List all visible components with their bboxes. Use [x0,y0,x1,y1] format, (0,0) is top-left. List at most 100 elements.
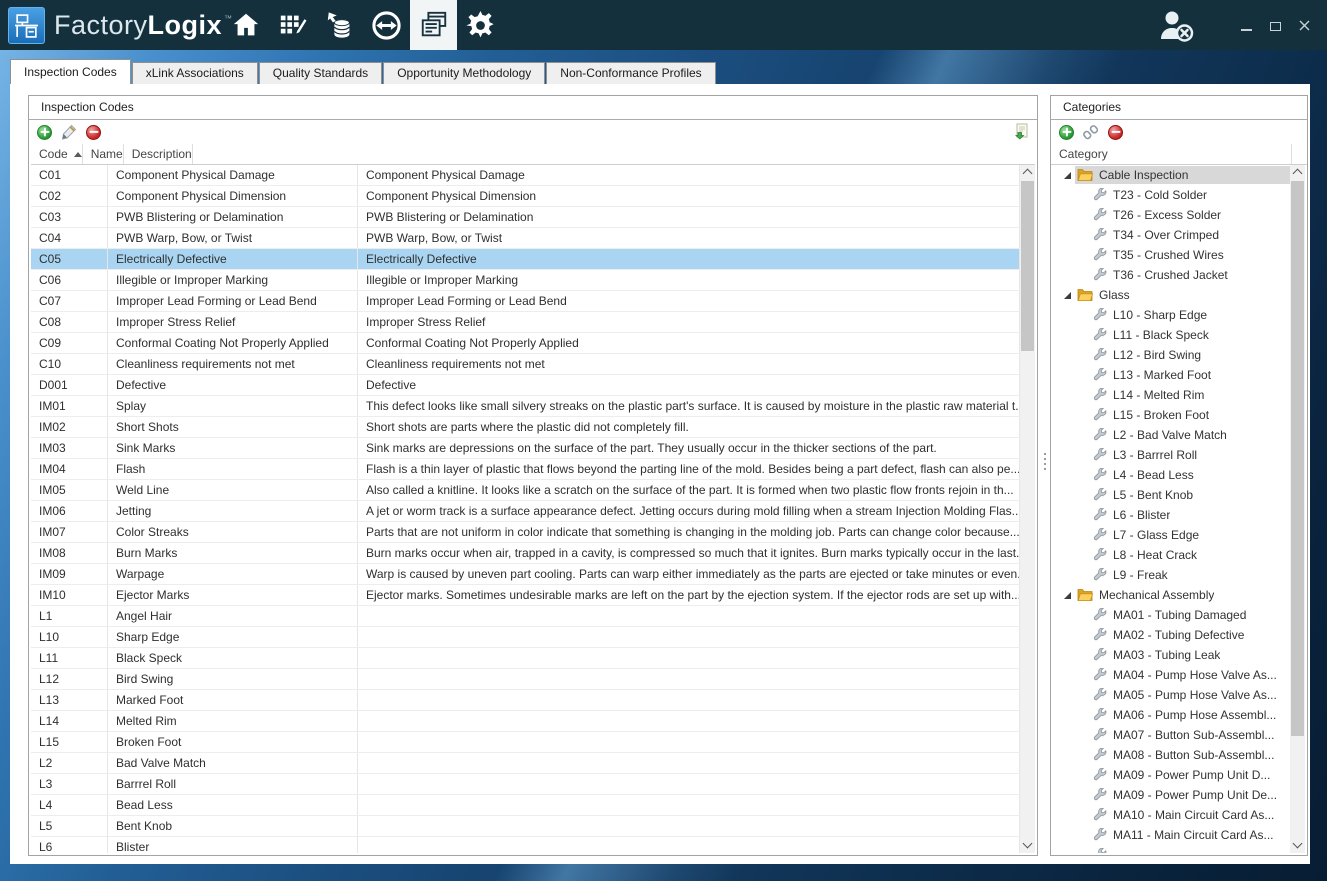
table-row[interactable]: L1 Angel Hair [31,606,1020,627]
tree-code-item[interactable]: T23 - Cold Solder [1053,185,1290,205]
tree-code-item[interactable]: L5 - Bent Knob [1053,485,1290,505]
tree-expander[interactable] [1059,292,1075,299]
table-row[interactable]: IM01 Splay This defect looks like small … [31,396,1020,417]
tree-code-item[interactable]: MA05 - Pump Hose Valve As... [1053,685,1290,705]
tree-code-item[interactable]: MA08 - Button Sub-Assembl... [1053,745,1290,765]
table-row[interactable]: IM04 Flash Flash is a thin layer of plas… [31,459,1020,480]
tree-code-item[interactable]: L15 - Broken Foot [1053,405,1290,425]
tree-code-item[interactable]: L7 - Glass Edge [1053,525,1290,545]
table-row[interactable]: L12 Bird Swing [31,669,1020,690]
tree-expander[interactable] [1059,592,1075,599]
tree-scrollbar[interactable] [1290,165,1305,853]
tree-code-item[interactable]: L10 - Sharp Edge [1053,305,1290,325]
export-codes-button[interactable] [1012,123,1029,141]
table-row[interactable]: IM10 Ejector Marks Ejector marks. Someti… [31,585,1020,606]
tree-code-item[interactable]: L4 - Bead Less [1053,465,1290,485]
tree-code-item[interactable]: L9 - Freak [1053,565,1290,585]
table-row[interactable]: L10 Sharp Edge [31,627,1020,648]
remove-category-button[interactable] [1108,125,1123,140]
table-row[interactable]: L13 Marked Foot [31,690,1020,711]
tree-scroll-down-button[interactable] [1290,838,1305,853]
tree-code-item[interactable]: MA02 - Tubing Defective [1053,625,1290,645]
scroll-track[interactable] [1020,180,1035,838]
table-row[interactable]: L2 Bad Valve Match [31,753,1020,774]
table-row[interactable]: IM03 Sink Marks Sink marks are depressio… [31,438,1020,459]
tab[interactable]: Opportunity Methodology [383,62,545,84]
tree-scroll-track[interactable] [1290,180,1305,838]
panel-splitter[interactable] [1041,448,1048,474]
table-row[interactable]: L15 Broken Foot [31,732,1020,753]
nav-operations-button[interactable] [363,0,410,50]
tree-code-item[interactable]: MA01 - Tubing Damaged [1053,605,1290,625]
tree-code-item[interactable]: L8 - Heat Crack [1053,545,1290,565]
nav-home-button[interactable] [222,0,269,50]
add-category-button[interactable] [1059,125,1074,140]
table-row[interactable]: C04 PWB Warp, Bow, or Twist PWB Warp, Bo… [31,228,1020,249]
tab[interactable]: Quality Standards [259,62,382,84]
tree-code-item[interactable]: T26 - Excess Solder [1053,205,1290,225]
table-row[interactable]: C02 Component Physical Dimension Compone… [31,186,1020,207]
table-row[interactable]: C06 Illegible or Improper Marking Illegi… [31,270,1020,291]
tree-category-row[interactable]: Cable Inspection [1053,165,1290,185]
remove-code-button[interactable] [86,125,101,140]
tree-code-item[interactable]: L3 - Barrrel Roll [1053,445,1290,465]
add-code-button[interactable] [37,125,52,140]
tree-code-item[interactable]: T34 - Over Crimped [1053,225,1290,245]
table-row[interactable]: L14 Melted Rim [31,711,1020,732]
tree-code-item[interactable]: T36 - Crushed Jacket [1053,265,1290,285]
column-header[interactable]: Description [124,144,193,164]
tree-code-item[interactable]: L6 - Blister [1053,505,1290,525]
table-row[interactable]: C10 Cleanliness requirements not met Cle… [31,354,1020,375]
table-row[interactable]: IM08 Burn Marks Burn marks occur when ai… [31,543,1020,564]
tab[interactable]: Non-Conformance Profiles [546,62,715,84]
table-row[interactable]: IM05 Weld Line Also called a knitline. I… [31,480,1020,501]
tree-code-item[interactable]: MA06 - Pump Hose Assembl... [1053,705,1290,725]
link-category-button[interactable] [1083,124,1099,140]
category-column-header[interactable]: Category [1051,144,1307,165]
table-row[interactable]: IM02 Short Shots Short shots are parts w… [31,417,1020,438]
tree-code-item[interactable]: MA04 - Pump Hose Valve As... [1053,665,1290,685]
tree-code-item[interactable]: MA11 - Main Circuit Card As... [1053,825,1290,845]
close-button[interactable] [1295,16,1313,34]
scroll-down-button[interactable] [1020,838,1035,853]
table-row[interactable]: L3 Barrrel Roll [31,774,1020,795]
tree-code-item[interactable]: L11 - Black Speck [1053,325,1290,345]
logout-user-button[interactable] [1157,9,1197,48]
table-row[interactable]: C01 Component Physical Damage Component … [31,165,1020,186]
tree-code-item[interactable]: T35 - Crushed Wires [1053,245,1290,265]
table-row[interactable]: C08 Improper Stress Relief Improper Stre… [31,312,1020,333]
nav-materials-button[interactable] [316,0,363,50]
table-row[interactable]: C09 Conformal Coating Not Properly Appli… [31,333,1020,354]
tree-code-item[interactable]: MA03 - Tubing Leak [1053,645,1290,665]
table-row[interactable]: IM07 Color Streaks Parts that are not un… [31,522,1020,543]
tree-code-item[interactable]: L2 - Bad Valve Match [1053,425,1290,445]
grid-scrollbar[interactable] [1020,165,1035,853]
table-row[interactable]: IM09 Warpage Warp is caused by uneven pa… [31,564,1020,585]
table-row[interactable]: C03 PWB Blistering or Delamination PWB B… [31,207,1020,228]
table-row[interactable]: D001 Defective Defective [31,375,1020,396]
nav-process-definitions-button[interactable] [269,0,316,50]
table-row[interactable]: L5 Bent Knob [31,816,1020,837]
tree-code-item[interactable]: L12 - Bird Swing [1053,345,1290,365]
minimize-button[interactable] [1237,16,1255,34]
table-row[interactable]: C07 Improper Lead Forming or Lead Bend I… [31,291,1020,312]
maximize-button[interactable] [1266,16,1284,34]
tree-code-item[interactable]: MA07 - Button Sub-Assembl... [1053,725,1290,745]
tree-category-row[interactable]: Glass [1053,285,1290,305]
table-row[interactable]: C05 Electrically Defective Electrically … [31,249,1020,270]
tree-code-item[interactable] [1053,845,1290,853]
column-header[interactable]: Code [31,144,83,164]
tree-code-item[interactable]: L14 - Melted Rim [1053,385,1290,405]
tree-code-item[interactable]: L13 - Marked Foot [1053,365,1290,385]
tree-expander[interactable] [1059,172,1075,179]
nav-quality-button[interactable] [410,0,457,50]
table-row[interactable]: L11 Black Speck [31,648,1020,669]
tree-code-item[interactable]: MA10 - Main Circuit Card As... [1053,805,1290,825]
scroll-thumb[interactable] [1021,181,1034,351]
tree-scroll-thumb[interactable] [1291,181,1304,736]
table-row[interactable]: IM06 Jetting A jet or worm track is a su… [31,501,1020,522]
tree-code-item[interactable]: MA09 - Power Pump Unit D... [1053,765,1290,785]
tree-category-row[interactable]: Mechanical Assembly [1053,585,1290,605]
edit-code-button[interactable] [61,124,77,140]
table-row[interactable]: L6 Blister [31,837,1020,853]
